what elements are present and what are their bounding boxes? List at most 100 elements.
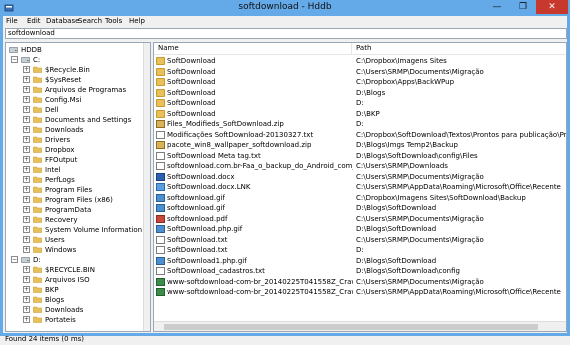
search-input[interactable] [8,29,558,38]
tree-item-blogs[interactable]: Blogs [33,295,64,305]
tree-item-program-files[interactable]: Program Files [33,185,92,195]
tree-item-users[interactable]: Users [33,235,65,245]
file-row[interactable]: softdownload.gif D:\Blogs\SoftDownload [154,203,566,213]
tree-expander-icon[interactable]: + [23,96,30,103]
tree-item-arquivos-de-programas[interactable]: Arquivos de Programas [33,85,126,95]
close-button[interactable]: ✕ [536,0,568,14]
tree-item-program-files-x86[interactable]: Program Files (x86) [33,195,113,205]
file-row[interactable]: SoftDownload1.php.gif D:\Blogs\SoftDownlo… [154,256,566,266]
tree-item-dropbox[interactable]: Dropbox [33,145,75,155]
file-row[interactable]: SoftDownload C:\Users\SRMP\Documents\Migr… [154,67,566,77]
tree-expander-icon[interactable]: + [23,216,30,223]
tree-expander-icon[interactable]: + [23,116,30,123]
column-separator[interactable] [351,43,352,54]
file-row[interactable]: SoftDownload D:\Blogs [154,88,566,98]
tree-item-bkp[interactable]: BKP [33,285,59,295]
menu-help[interactable]: Help [129,16,145,27]
tree-item-downloads[interactable]: Downloads [33,125,83,135]
results-list[interactable]: Name Path SoftDownload C:\Dropbox\Imagens… [153,42,567,332]
minimize-button[interactable]: — [484,0,510,14]
tree-item-sysreset[interactable]: $SysReset [33,75,81,85]
tree-item-programdata[interactable]: ProgramData [33,205,91,215]
tree-expander-icon[interactable]: + [23,226,30,233]
menu-search[interactable]: Search [78,16,102,27]
column-header-name[interactable]: Name [158,43,179,54]
file-row[interactable]: softdownload.pdf C:\Users\SRMP\Documents\… [154,214,566,224]
tree-expander-icon[interactable]: + [23,286,30,293]
file-row[interactable]: SoftDownload Meta tag.txt D:\Blogs\SoftDo… [154,151,566,161]
tree-item-recovery[interactable]: Recovery [33,215,77,225]
menu-tools[interactable]: Tools [105,16,122,27]
tree-expander-icon[interactable]: + [23,316,30,323]
tree-expander-icon[interactable]: + [23,126,30,133]
tree-expander-icon[interactable]: + [23,76,30,83]
tree-item-config-msi[interactable]: Config.Msi [33,95,81,105]
tree-expander-icon[interactable]: + [23,86,30,93]
tree-expander-icon[interactable]: + [23,166,30,173]
tree-expander-icon[interactable]: + [23,236,30,243]
column-header-path[interactable]: Path [356,43,371,54]
tree-expander-icon[interactable]: − [11,56,18,63]
tree-expander-icon[interactable]: + [23,306,30,313]
file-name: SoftDownload [167,88,216,97]
file-row[interactable]: www-softdownload-com-br_20140225T041558Z… [154,287,566,297]
file-row[interactable]: SoftDownload.docx C:\Users\SRMP\Documents… [154,172,566,182]
tree-item-intel[interactable]: Intel [33,165,61,175]
file-row[interactable]: SoftDownload C:\Dropbox\Apps\BackWPup [154,77,566,87]
tree-item-system-volume-information[interactable]: System Volume Information [33,225,142,235]
file-path: D:\Blogs\Imgs Temp2\Backup [356,141,458,149]
tree-expander-icon[interactable]: + [23,106,30,113]
file-row[interactable]: Modificações SoftDownload-20130327.txt C:… [154,130,566,140]
menu-file[interactable]: File [6,16,18,27]
file-row[interactable]: pacote_win8_wallpaper_softdownload.zip D:… [154,140,566,150]
file-row[interactable]: Files_Modifieds_SoftDownload.zip D: [154,119,566,129]
tree-item-recycle-bin[interactable]: $RECYCLE.BIN [33,265,95,275]
tree-expander-icon[interactable]: + [23,66,30,73]
file-row[interactable]: softdownload.gif C:\Dropbox\Imagens Sites… [154,193,566,203]
tree-expander-icon[interactable]: + [23,146,30,153]
tree-expander-icon[interactable]: + [23,156,30,163]
folder-tree[interactable]: HDDB − C: + $Recycle.Bin + $SysReset + Arquivos … [5,42,151,332]
maximize-button[interactable]: ❐ [510,0,536,14]
file-row[interactable]: SoftDownload C:\Dropbox\Imagens Sites [154,56,566,66]
horizontal-scrollbar[interactable] [154,321,566,331]
tree-item-c[interactable]: C: [21,55,40,65]
file-row[interactable]: SoftDownload D: [154,98,566,108]
tree-expander-icon[interactable]: + [23,186,30,193]
tree-expander-icon[interactable]: + [23,266,30,273]
menu-edit[interactable]: Edit [27,16,41,27]
tree-item-windows[interactable]: Windows [33,245,76,255]
tree-expander-icon[interactable]: + [23,276,30,283]
tree-item-downloads[interactable]: Downloads [33,305,83,315]
tree-item-ffoutput[interactable]: FFOutput [33,155,77,165]
tree-item-portateis[interactable]: Portateis [33,315,76,325]
tree-item-documents-and-settings[interactable]: Documents and Settings [33,115,131,125]
tree-item-arquivos-iso[interactable]: Arquivos ISO [33,275,90,285]
file-row[interactable]: www-softdownload-com-br_20140225T041558Z… [154,277,566,287]
file-row[interactable]: SoftDownload D:\BKP [154,109,566,119]
tree-scrollbar[interactable] [143,43,150,331]
scrollbar-thumb[interactable] [164,324,538,330]
tree-item-hddb[interactable]: HDDB [9,45,42,55]
tree-expander-icon[interactable]: + [23,296,30,303]
tree-expander-icon[interactable]: − [11,256,18,263]
tree-expander-icon[interactable]: + [23,206,30,213]
file-row[interactable]: softdownload.com.br-Faa_o_backup_do_Andr… [154,161,566,171]
file-row[interactable]: SoftDownload.docx.LNK C:\Users\SRMP\AppDa… [154,182,566,192]
title-bar[interactable]: softdownload - Hddb — ❐ ✕ [0,0,570,16]
file-row[interactable]: SoftDownload_cadastros.txt D:\Blogs\SoftD… [154,266,566,276]
file-row[interactable]: SoftDownload.php.gif D:\Blogs\SoftDownloa… [154,224,566,234]
tree-item-dell[interactable]: Dell [33,105,59,115]
tree-item-drivers[interactable]: Drivers [33,135,70,145]
tree-expander-icon[interactable]: + [23,246,30,253]
file-row[interactable]: SoftDownload.txt D: [154,245,566,255]
tree-expander-icon[interactable]: + [23,176,30,183]
tree-expander-icon[interactable]: + [23,196,30,203]
tree-item-perflogs[interactable]: PerfLogs [33,175,75,185]
search-box[interactable] [5,28,567,39]
tree-expander-icon[interactable]: + [23,136,30,143]
file-row[interactable]: SoftDownload.txt C:\Users\SRMP\Documents\… [154,235,566,245]
tree-item-d[interactable]: D: [21,255,41,265]
tree-item-recycle-bin[interactable]: $Recycle.Bin [33,65,90,75]
menu-database[interactable]: Database [46,16,79,27]
